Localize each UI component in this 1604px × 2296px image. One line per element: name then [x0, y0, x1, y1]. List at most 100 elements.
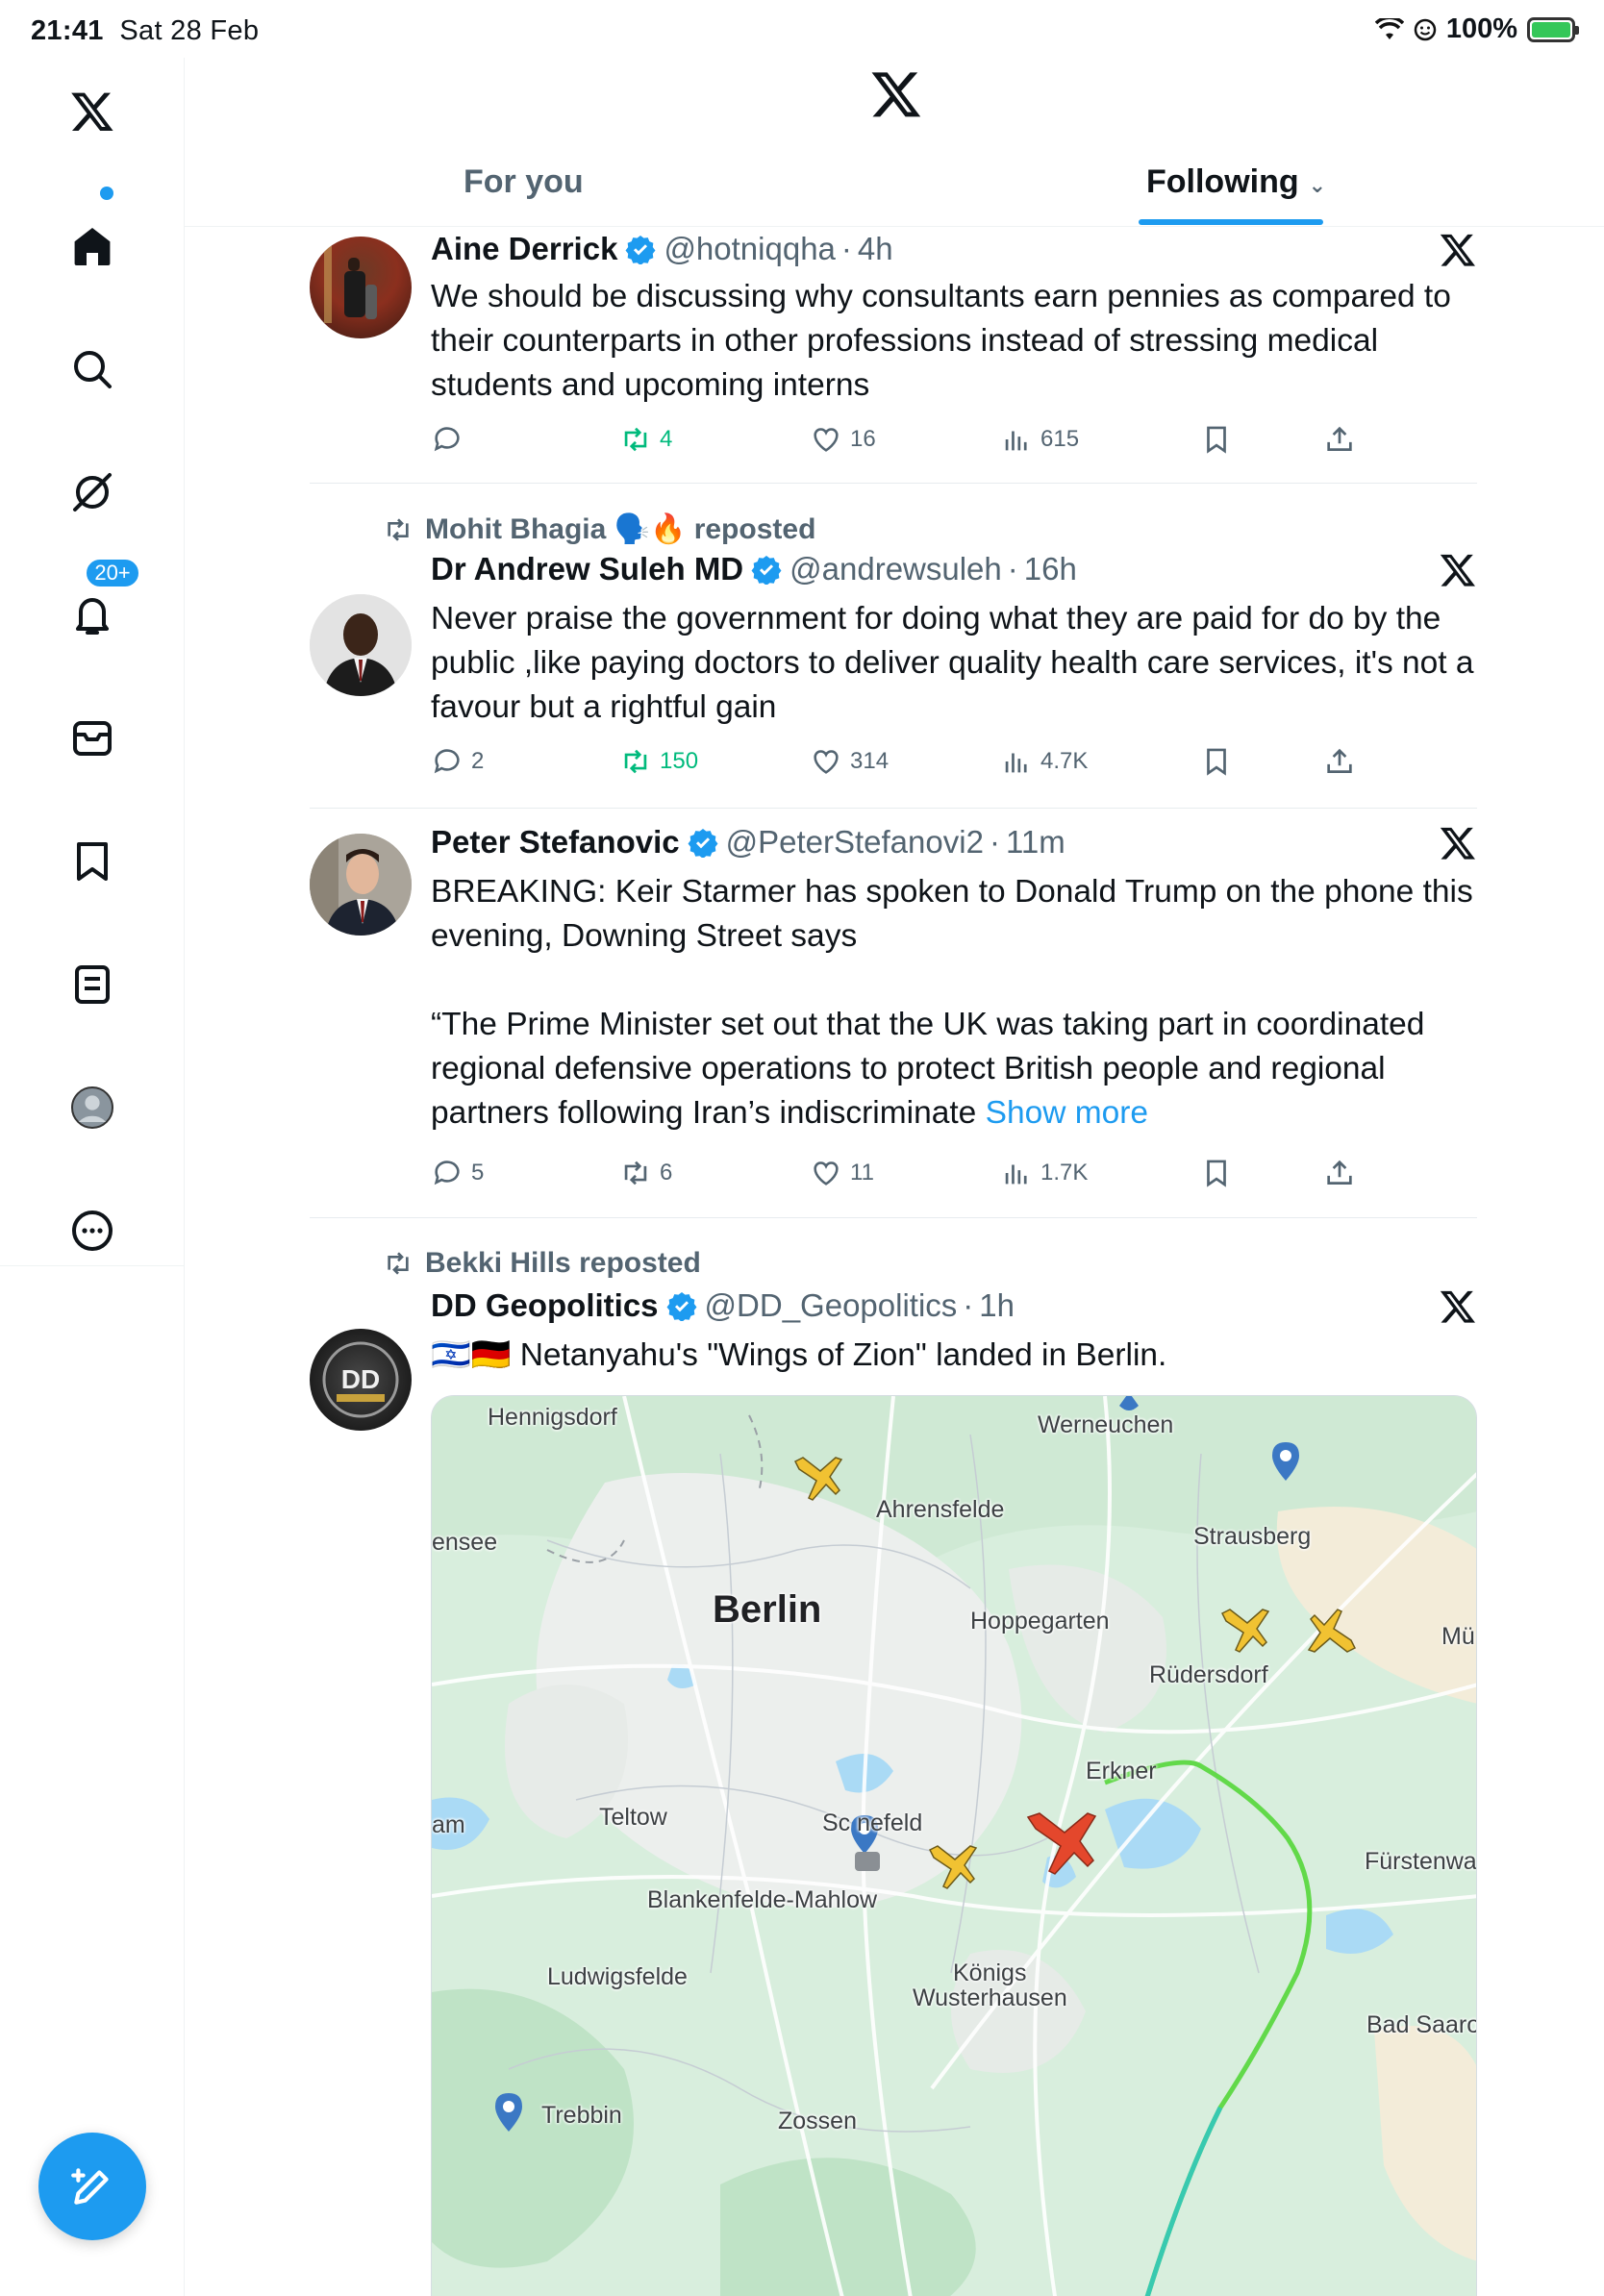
- share-icon: [1327, 1160, 1352, 1185]
- avatar[interactable]: [310, 834, 412, 936]
- reply-button[interactable]: [431, 423, 471, 456]
- map-label: Fürstenwa: [1365, 1848, 1477, 1875]
- reply-count: 5: [471, 1160, 485, 1185]
- x-logo-icon: [1440, 827, 1475, 860]
- author-name[interactable]: DD Geopolitics: [431, 1287, 659, 1324]
- bookmark-button[interactable]: [1200, 1157, 1233, 1189]
- repost-button[interactable]: 150: [619, 745, 698, 778]
- author-handle[interactable]: @PeterStefanovi2: [726, 824, 984, 861]
- views-icon: [1005, 1164, 1027, 1185]
- repost-button[interactable]: 6: [619, 1157, 672, 1189]
- like-count: 314: [850, 748, 890, 774]
- sidebar-item-bookmarks[interactable]: [62, 831, 123, 892]
- like-button[interactable]: 314: [810, 745, 889, 778]
- x-logo-icon: [871, 72, 921, 117]
- separator: ·: [989, 824, 1000, 860]
- repost-context: Mohit Bhagia 🗣️🔥 reposted: [383, 512, 815, 546]
- sidebar-item-profile[interactable]: [62, 1077, 123, 1138]
- author-name[interactable]: Dr Andrew Suleh MD: [431, 551, 743, 587]
- bookmark-button[interactable]: [1200, 423, 1233, 456]
- post-time[interactable]: 1h: [979, 1287, 1015, 1324]
- map-label-berlin: Berlin: [713, 1588, 822, 1631]
- compose-button[interactable]: [38, 2133, 146, 2240]
- map-label: Mü: [1441, 1623, 1475, 1650]
- views-button[interactable]: 1.7K: [1000, 1157, 1088, 1189]
- post[interactable]: Bekki Hills reposted DD DD Geopolitics @…: [310, 1218, 1477, 2296]
- author-handle[interactable]: @andrewsuleh: [789, 551, 1002, 587]
- avatar[interactable]: [310, 237, 412, 338]
- like-button[interactable]: 16: [810, 423, 876, 456]
- reply-icon: [434, 749, 460, 774]
- views-icon: [1005, 431, 1027, 451]
- view-count: 615: [1040, 426, 1080, 452]
- author-handle[interactable]: @DD_Geopolitics: [705, 1287, 958, 1324]
- repost-icon: [624, 1160, 647, 1185]
- view-count: 1.7K: [1040, 1160, 1089, 1185]
- x-logo-icon[interactable]: [62, 81, 123, 142]
- post-actions: 2 150 314 4.7K: [431, 745, 1479, 789]
- avatar[interactable]: [310, 594, 412, 696]
- compose-icon: [71, 2168, 109, 2205]
- active-tab-indicator: [1139, 219, 1323, 225]
- bookmark-icon: [1207, 748, 1226, 776]
- views-button[interactable]: 615: [1000, 423, 1079, 456]
- repost-context: Bekki Hills reposted: [383, 1247, 701, 1280]
- author-name[interactable]: Aine Derrick: [431, 231, 617, 267]
- profile-icon: [71, 1086, 113, 1129]
- battery-percent: 100%: [1445, 13, 1517, 44]
- avatar-initials: DD: [341, 1364, 380, 1394]
- map-label: Blankenfelde-Mahlow: [647, 1886, 878, 1913]
- sidebar-item-grok[interactable]: [62, 462, 123, 523]
- repost-count: 4: [660, 426, 673, 452]
- repost-by[interactable]: Bekki Hills reposted: [425, 1247, 701, 1280]
- post-text: Never praise the government for doing wh…: [431, 601, 1474, 725]
- author-name[interactable]: Peter Stefanovic: [431, 824, 680, 861]
- post[interactable]: Aine Derrick @hotniqqha · 4h We should b…: [310, 227, 1477, 483]
- notifications-badge: 20+: [85, 558, 140, 588]
- home-icon: [74, 228, 111, 265]
- share-button[interactable]: [1323, 423, 1356, 456]
- views-button[interactable]: 4.7K: [1000, 745, 1088, 778]
- bookmark-button[interactable]: [1200, 745, 1233, 778]
- like-button[interactable]: 11: [810, 1157, 874, 1189]
- sidebar-item-home[interactable]: [62, 215, 123, 277]
- author-handle[interactable]: @hotniqqha: [664, 231, 835, 267]
- map-label: ensee: [432, 1529, 498, 1556]
- repost-button[interactable]: 4: [619, 423, 672, 456]
- post-time[interactable]: 11m: [1006, 824, 1065, 861]
- post[interactable]: Peter Stefanovic @PeterStefanovi2 · 11m …: [310, 809, 1477, 1216]
- sidebar-item-lists[interactable]: [62, 954, 123, 1015]
- status-time: 21:41 Sat 28 Feb: [31, 15, 260, 46]
- bookmark-icon: [1207, 1160, 1226, 1187]
- map-label: Wusterhausen: [913, 1984, 1067, 2011]
- share-button[interactable]: [1323, 1157, 1356, 1189]
- bell-icon: [76, 598, 109, 635]
- post-image-map[interactable]: Hennigsdorf Werneuchen Ahrensfelde Strau…: [431, 1395, 1477, 2296]
- map-label: Teltow: [599, 1804, 667, 1831]
- more-icon: [72, 1210, 113, 1251]
- share-button[interactable]: [1323, 745, 1356, 778]
- verified-badge-icon: [625, 236, 656, 264]
- post-text: BREAKING: Keir Starmer has spoken to Don…: [431, 870, 1479, 1136]
- post-time[interactable]: 16h: [1024, 551, 1077, 587]
- wifi-icon: [1374, 17, 1404, 39]
- sidebar-item-notifications[interactable]: [62, 585, 123, 646]
- tab-for-you[interactable]: For you: [464, 163, 584, 221]
- post-time[interactable]: 4h: [858, 231, 893, 267]
- avatar[interactable]: DD: [310, 1329, 412, 1431]
- repost-by[interactable]: Mohit Bhagia 🗣️🔥 reposted: [425, 512, 815, 546]
- tab-following[interactable]: Following ⌄: [1146, 163, 1326, 221]
- sidebar-item-more[interactable]: [62, 1200, 123, 1261]
- separator: ·: [963, 1287, 974, 1323]
- repost-icon: [624, 749, 647, 774]
- reply-button[interactable]: 2: [431, 745, 484, 778]
- sidebar-item-messages[interactable]: [62, 708, 123, 769]
- separator: ·: [840, 231, 852, 266]
- post-text-paragraph: “The Prime Minister set out that the UK …: [431, 1007, 1425, 1131]
- show-more-link[interactable]: Show more: [986, 1095, 1148, 1131]
- map-label: Hoppegarten: [970, 1608, 1110, 1635]
- sidebar-item-explore[interactable]: [62, 338, 123, 400]
- chevron-down-icon: ⌄: [1308, 173, 1327, 197]
- reply-button[interactable]: 5: [431, 1157, 484, 1189]
- post[interactable]: Mohit Bhagia 🗣️🔥 reposted Dr Andrew Sule…: [310, 484, 1477, 807]
